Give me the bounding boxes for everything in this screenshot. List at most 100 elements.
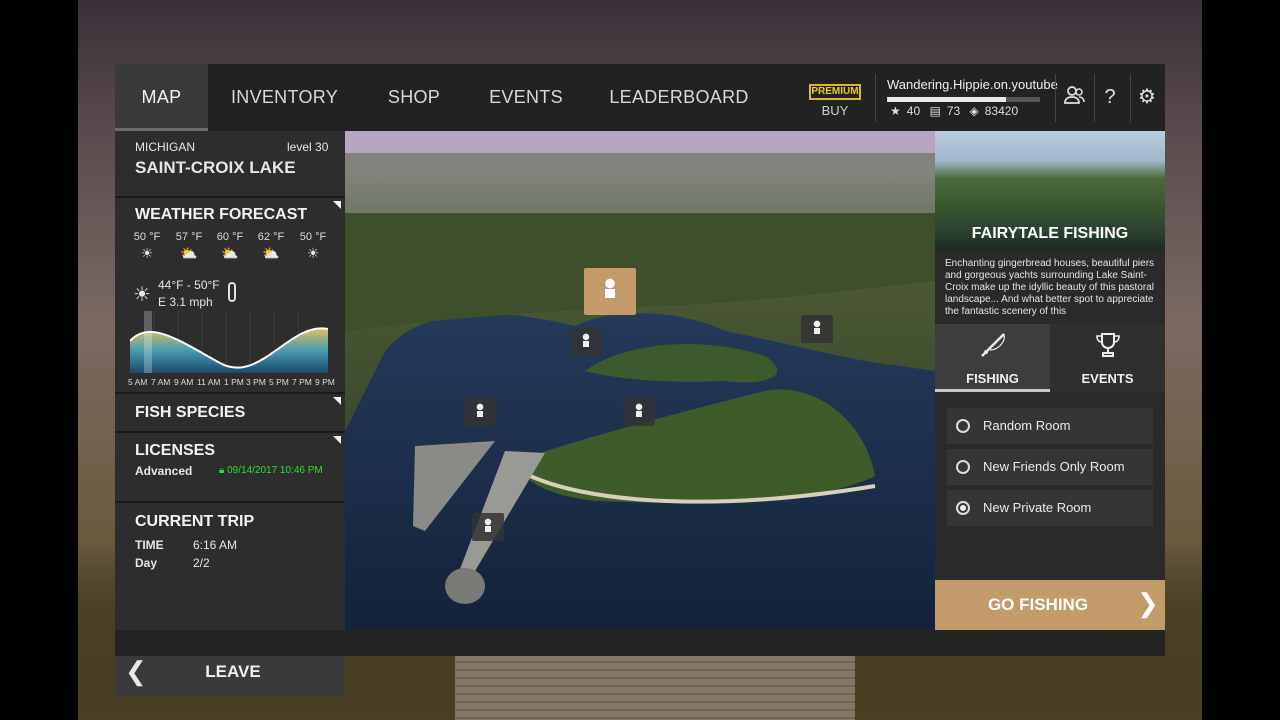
fishing-spot-marker[interactable] [570,328,602,356]
sun-icon: ☀ [306,245,320,261]
hour-label: 11 AM [197,377,221,387]
hour-label: 9 AM [174,377,194,387]
forecast-temp: 50 °F [299,231,327,243]
forecast-temp: 60 °F [216,231,244,243]
letterbox-left [0,0,78,720]
radio-button-selected[interactable] [956,501,970,515]
licenses-section[interactable]: LICENSES Advanced 🔒︎ 09/14/2017 10:46 PM [115,433,345,503]
right-tabs: FISHING EVENTS [935,324,1165,392]
leave-label: LEAVE [205,662,261,681]
tab-leaderboard[interactable]: LEADERBOARD [609,64,749,131]
profile-stats: ★ 40 ▤ 73 ◈ 83420 [890,104,1024,118]
chevron-right-icon: ❯ [1137,588,1159,618]
location-section: MICHIGAN level 30 SAINT-CROIX LAKE [115,131,345,198]
fishing-spot-marker-selected[interactable] [584,268,636,315]
main-window: MAP INVENTORY SHOP EVENTS LEADERBOARD PR… [115,64,1165,697]
trip-title: CURRENT TRIP [135,513,255,530]
fishing-rod-icon [935,330,1050,367]
license-type: Advanced [135,464,193,478]
lock-icon: 🔒︎ [219,465,228,476]
hour-label: 3 PM [246,377,266,387]
tab-inventory[interactable]: INVENTORY [228,64,341,131]
fishing-spot-marker[interactable] [623,398,655,426]
settings-icon[interactable]: ⚙ [1133,83,1161,111]
premium-badge[interactable]: PREMIUM [809,84,861,100]
silver-count: 73 [946,104,961,118]
trip-day-value: 2/2 [193,556,210,570]
fishing-spot-marker[interactable] [801,315,833,343]
silver-icon: ▤ [929,104,941,118]
forecast-temp: 57 °F [175,231,203,243]
tab-fishing-label: FISHING [966,371,1019,386]
tab-events-label: EVENTS [1081,371,1134,386]
right-panel: FAIRYTALE FISHING Enchanting gingerbread… [935,131,1165,630]
forecast-temp: 50 °F [133,231,161,243]
current-trip-section: CURRENT TRIP TIME 6:16 AM Day 2/2 [115,503,345,647]
weather-section[interactable]: WEATHER FORECAST 50 °F 57 °F 60 °F 62 °F… [115,198,345,394]
spot-description: Enchanting gingerbread houses, beautiful… [945,258,1155,317]
trip-time-label: TIME [135,538,164,552]
nav-divider [1130,74,1131,122]
lake-map-image [345,131,935,630]
trip-day-label: Day [135,556,158,570]
buy-button[interactable]: BUY [809,103,861,118]
fishing-spot-marker[interactable] [464,398,496,426]
letterbox-right [1202,0,1280,720]
trip-time-value: 6:16 AM [193,538,238,552]
weather-title: WEATHER FORECAST [135,206,308,223]
partly-cloudy-icon: ⛅ [262,245,280,261]
go-fishing-button[interactable]: GO FISHING ❯ [935,580,1165,630]
expand-corner-icon[interactable] [333,201,341,209]
left-panel: MICHIGAN level 30 SAINT-CROIX LAKE WEATH… [115,131,345,697]
forecast-temp: 62 °F [257,231,285,243]
profile-name[interactable]: Wandering.Hippie.on.youtube [887,77,1058,92]
help-icon[interactable]: ? [1096,83,1124,111]
top-nav: MAP INVENTORY SHOP EVENTS LEADERBOARD PR… [115,64,1165,131]
tab-fishing[interactable]: FISHING [935,324,1050,392]
room-option-random[interactable]: Random Room [947,408,1153,444]
hour-label: 9 PM [315,377,335,387]
room-label: Random Room [983,418,1071,433]
lake-map[interactable] [345,131,935,630]
tab-events-right[interactable]: EVENTS [1050,324,1165,392]
fish-species-section[interactable]: FISH SPECIES [115,394,345,433]
star-icon: ★ [890,104,901,118]
nav-divider [1055,74,1056,122]
room-label: New Private Room [983,500,1092,515]
friends-icon[interactable] [1060,83,1088,111]
current-temp-range: 44°F - 50°F [158,278,220,292]
hour-label: 5 AM [128,377,148,387]
radio-button[interactable] [956,460,970,474]
location-name: SAINT-CROIX LAKE [135,158,296,177]
spot-title: FAIRYTALE FISHING [971,225,1129,242]
nav-divider [1094,74,1095,122]
tab-map[interactable]: MAP [115,64,208,131]
tab-shop[interactable]: SHOP [380,64,448,131]
temperature-curve-chart [130,311,328,373]
sun-icon: ☀ [140,245,154,261]
hour-label: 5 PM [269,377,289,387]
hour-label: 1 PM [224,377,244,387]
expand-corner-icon[interactable] [333,436,341,444]
stars-count: 40 [906,104,921,118]
expand-corner-icon[interactable] [333,397,341,405]
fishing-spot-marker[interactable] [472,513,504,541]
window-footer [115,630,1165,656]
tab-events[interactable]: EVENTS [485,64,567,131]
licenses-title: LICENSES [135,442,216,459]
xp-bar [887,97,1040,102]
background-deck [455,655,855,720]
radio-button[interactable] [956,419,970,433]
go-fishing-label: GO FISHING [987,595,1089,614]
room-option-private[interactable]: New Private Room [947,490,1153,526]
license-expiry-date: 09/14/2017 10:46 PM [227,465,323,476]
credits-count: 83420 [984,104,1019,118]
license-expiry: 🔒︎ 09/14/2017 10:46 PM [219,465,323,476]
room-option-friends[interactable]: New Friends Only Room [947,449,1153,485]
credits-icon: ◈ [969,104,979,118]
partly-cloudy-icon: ⛅ [221,245,239,261]
current-wind: E 3.1 mph [158,295,213,309]
thermometer-icon [228,282,236,302]
room-label: New Friends Only Room [983,459,1125,474]
partly-cloudy-icon: ⛅ [180,245,198,261]
